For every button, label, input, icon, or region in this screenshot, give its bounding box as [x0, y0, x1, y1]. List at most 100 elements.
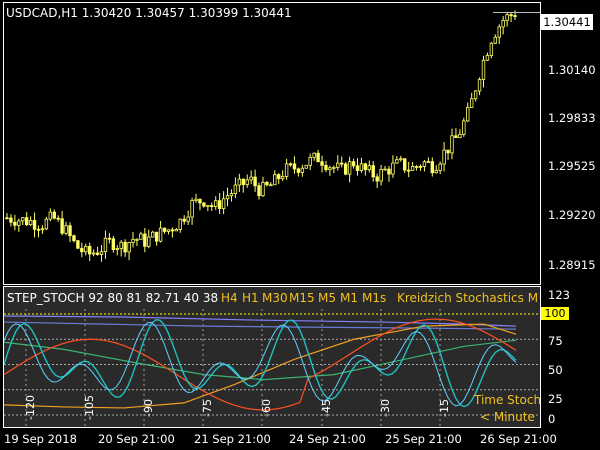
candle-body	[210, 205, 214, 208]
date-label: 21 Sep 21:00	[194, 432, 271, 446]
current-level-tag: 100	[541, 307, 569, 320]
candle-body	[139, 233, 143, 240]
candle-body	[273, 174, 277, 186]
candle-body	[355, 165, 360, 171]
candle-body	[296, 168, 301, 173]
candle-body	[312, 152, 316, 158]
price-label: 1.30140	[548, 63, 596, 77]
candle-body	[336, 162, 340, 168]
minute-marker: -105	[83, 395, 96, 420]
candle-body	[198, 198, 202, 204]
candle-body	[13, 221, 17, 226]
date-label: 20 Sep 21:00	[98, 432, 175, 446]
minute-note: < Minute	[480, 410, 535, 424]
candle-body	[426, 161, 431, 163]
candle-body	[454, 135, 458, 139]
date-label: 25 Sep 21:00	[385, 432, 462, 446]
candle-body	[379, 168, 383, 182]
candle-body	[5, 217, 9, 220]
candle-body	[414, 166, 419, 168]
level-label: 50	[548, 363, 563, 377]
date-label: 19 Sep 2018	[4, 432, 77, 446]
time-stoch-note: Time Stoch	[474, 393, 542, 407]
candle-body	[493, 36, 498, 44]
candle-body	[32, 220, 37, 230]
candle-body	[249, 176, 253, 181]
price-chart[interactable]	[3, 2, 543, 285]
candle-body	[340, 162, 344, 165]
candle-body	[119, 241, 123, 249]
series-m15	[4, 323, 517, 409]
candle-body	[442, 149, 446, 165]
candle-body	[158, 227, 163, 242]
candle-body	[99, 251, 104, 255]
candle-body	[446, 149, 450, 154]
candle-body	[28, 220, 33, 226]
candle-body	[458, 133, 462, 139]
candle-body	[269, 184, 273, 187]
candle-body	[40, 228, 45, 231]
candle-body	[367, 165, 371, 171]
minute-marker: -75	[201, 399, 214, 417]
candle-body	[154, 231, 159, 242]
legend-m15: M15	[289, 291, 315, 305]
candle-body	[485, 55, 490, 61]
candle-body	[214, 200, 218, 207]
candle-body	[280, 176, 285, 180]
candle-body	[406, 169, 411, 172]
candle-body	[166, 229, 171, 232]
candle-body	[217, 200, 222, 209]
candle-body	[300, 167, 305, 173]
price-label: 1.29220	[548, 208, 596, 222]
candle-body	[383, 168, 387, 171]
candle-body	[17, 220, 21, 226]
candle-body	[135, 238, 139, 241]
candle-body	[221, 198, 226, 209]
candle-body	[328, 167, 332, 171]
candle-body	[174, 229, 179, 232]
candle-body	[253, 176, 257, 187]
candle-body	[202, 202, 206, 207]
minute-marker: -60	[260, 399, 273, 417]
candle-body	[48, 211, 53, 220]
candle-body	[131, 238, 135, 243]
candle-body	[80, 247, 84, 253]
legend-m30: M30	[262, 291, 288, 305]
candle-body	[359, 163, 364, 171]
candle-body	[347, 161, 352, 175]
legend-m1: M1	[340, 291, 358, 305]
candle-body	[257, 185, 261, 197]
candle-body	[422, 161, 427, 167]
current-price-tag: 1.30441	[541, 14, 593, 30]
candle-body	[182, 218, 186, 222]
minute-marker: -90	[142, 399, 155, 417]
candle-body	[375, 176, 379, 182]
candle-body	[68, 225, 72, 237]
candle-body	[351, 161, 356, 167]
candle-body	[473, 90, 478, 100]
candle-body	[206, 205, 210, 208]
candle-body	[501, 20, 505, 28]
price-label: 1.28915	[548, 258, 596, 272]
candle-body	[123, 241, 127, 253]
candle-body	[21, 217, 25, 222]
candle-body	[72, 235, 76, 242]
candle-body	[87, 246, 92, 255]
candle-body	[103, 237, 108, 253]
legend-h1: H1	[242, 291, 259, 305]
candle-body	[52, 211, 56, 219]
series-m1s	[4, 321, 517, 407]
candle-body	[324, 164, 328, 171]
candle-body	[308, 156, 312, 166]
level-label: 0	[548, 412, 556, 426]
candle-body	[76, 240, 80, 249]
candle-body	[462, 120, 466, 135]
candle-body	[190, 200, 194, 218]
candle-body	[229, 193, 234, 197]
candle-body	[399, 158, 403, 161]
level-label: 25	[548, 392, 563, 406]
candle-body	[320, 161, 324, 166]
candle-body	[434, 170, 438, 174]
candle-body	[265, 181, 269, 186]
candle-body	[509, 14, 513, 17]
